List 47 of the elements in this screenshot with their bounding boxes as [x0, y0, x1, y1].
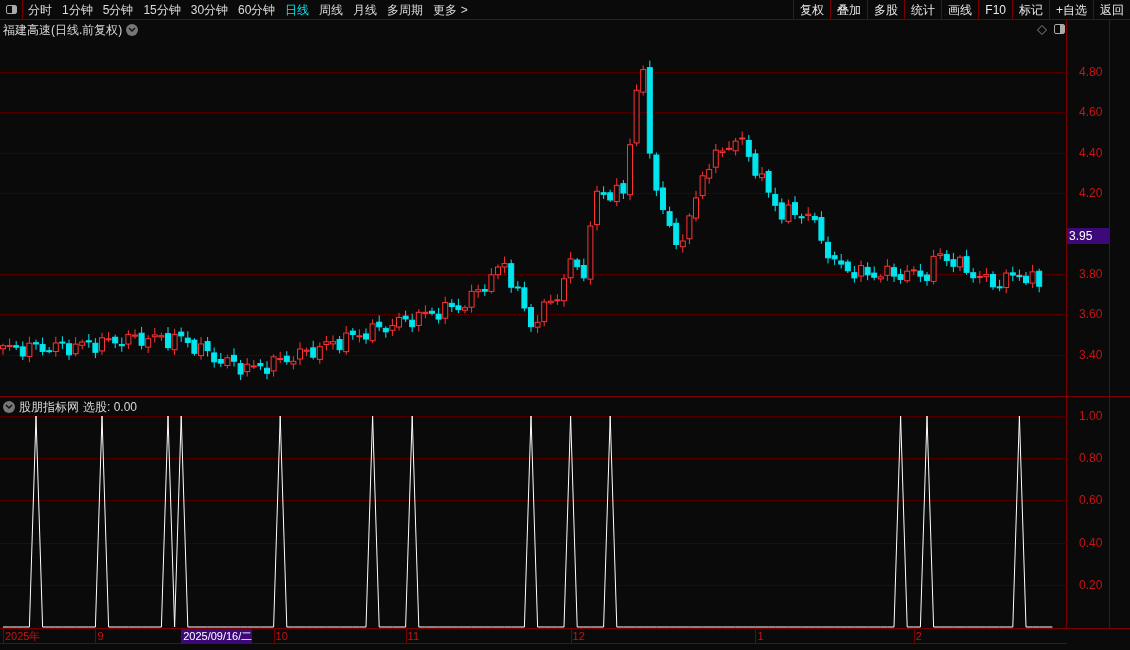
- period-tab[interactable]: 周线: [319, 0, 344, 19]
- period-tab[interactable]: 更多 >: [433, 0, 468, 19]
- date-axis-label: 9: [95, 629, 104, 643]
- toolbar-button[interactable]: 标记: [1012, 0, 1049, 19]
- date-axis-label: 12: [570, 629, 585, 643]
- price-axis-label: 4.60: [1079, 105, 1103, 120]
- price-axis-label: 3.80: [1079, 267, 1103, 281]
- toolbar-button[interactable]: +自选: [1049, 0, 1093, 19]
- toolbar-button[interactable]: F10: [978, 0, 1012, 19]
- toolbar-button[interactable]: 画线: [941, 0, 979, 19]
- date-axis-label: 10: [273, 629, 288, 643]
- indicator-axis-label: 0.40: [1079, 535, 1103, 550]
- toolbar-button[interactable]: 统计: [904, 0, 942, 19]
- indicator-axis-label: 0.60: [1079, 493, 1103, 508]
- indicator-axis-label: 1.00: [1079, 409, 1103, 423]
- indicator-name: 股朋指标网: [19, 399, 79, 416]
- date-axis-label: 1: [755, 629, 764, 643]
- date-axis-label: 2025年: [3, 629, 41, 643]
- period-tab[interactable]: 15分钟: [143, 0, 181, 19]
- toolbar-button[interactable]: 叠加: [830, 0, 868, 19]
- cursor-date-label: 2025/09/16/二: [181, 629, 253, 643]
- period-tab[interactable]: 5分钟: [102, 0, 134, 19]
- period-tab[interactable]: 60分钟: [238, 0, 276, 19]
- price-axis-label: 4.20: [1079, 186, 1103, 201]
- dropdown-icon[interactable]: [3, 401, 15, 413]
- price-axis-label: 4.40: [1079, 145, 1103, 160]
- price-axis-label: 3.40: [1079, 347, 1103, 362]
- stock-title: 福建高速(日线.前复权): [3, 22, 123, 39]
- price-axis-label: 3.60: [1079, 307, 1103, 322]
- indicator-axis-label: 0.20: [1079, 577, 1103, 592]
- indicator-reading: 选股: 0.00: [83, 399, 138, 416]
- panel-toggle-icon[interactable]: [1054, 24, 1065, 34]
- period-tab[interactable]: 分时: [28, 0, 52, 19]
- period-tab[interactable]: 日线: [285, 0, 310, 19]
- toolbar-button[interactable]: 多股: [867, 0, 905, 19]
- date-axis-label: 2: [913, 629, 922, 643]
- current-price-label: 3.95: [1067, 228, 1109, 244]
- period-tab[interactable]: 月线: [353, 0, 378, 19]
- date-axis-label: 11: [405, 629, 419, 643]
- indicator-axis-label: 0.80: [1079, 451, 1103, 466]
- toolbar-button[interactable]: 复权: [793, 0, 831, 19]
- price-axis-label: 4.80: [1079, 65, 1103, 79]
- toolbar-button[interactable]: 返回: [1093, 0, 1130, 19]
- period-tab[interactable]: 1分钟: [62, 0, 93, 19]
- period-tab[interactable]: 多周期: [387, 0, 424, 19]
- period-tab[interactable]: 30分钟: [190, 0, 229, 19]
- dropdown-icon[interactable]: [126, 24, 139, 36]
